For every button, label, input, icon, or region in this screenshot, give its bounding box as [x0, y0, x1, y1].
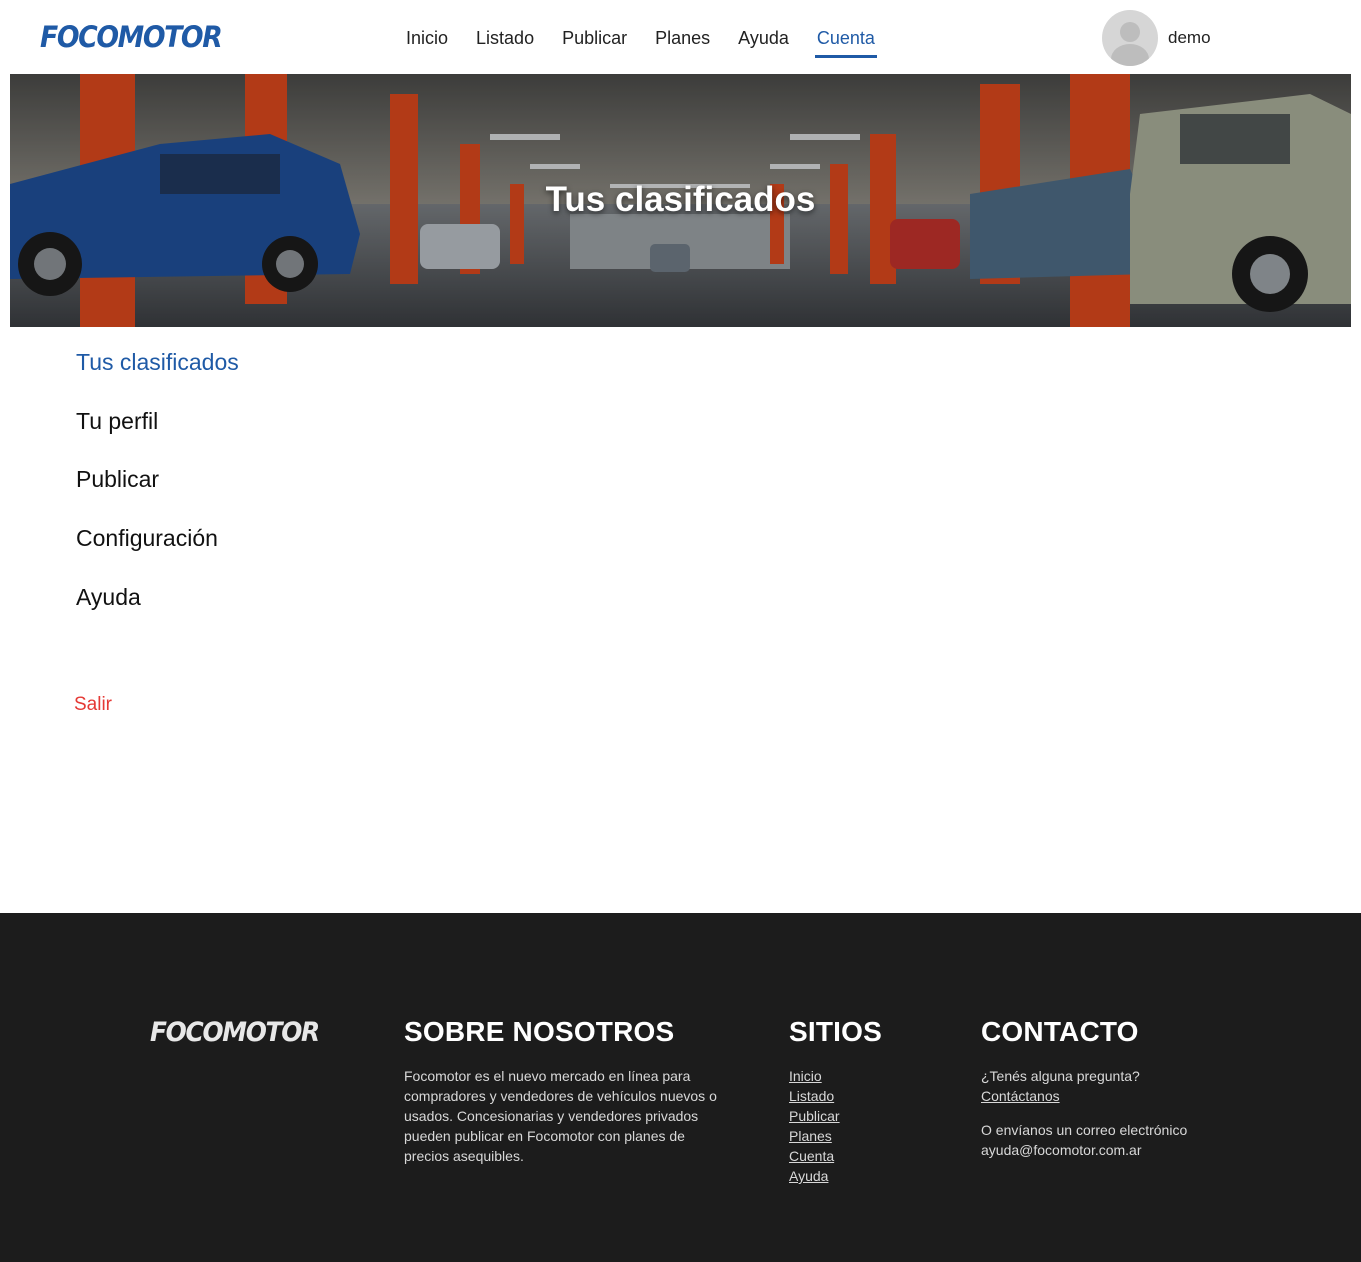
avatar[interactable] — [1102, 10, 1158, 66]
nav-planes[interactable]: Planes — [642, 0, 723, 74]
nav-inicio[interactable]: Inicio — [393, 0, 461, 74]
top-header: FOCOMOTOR Inicio Listado Publicar Planes… — [0, 0, 1361, 74]
nav-publicar[interactable]: Publicar — [549, 0, 640, 74]
user-menu[interactable]: demo — [1102, 10, 1211, 66]
nav-listado[interactable]: Listado — [463, 0, 547, 74]
footer: FOCOMOTOR SOBRE NOSOTROS Focomotor es el… — [0, 913, 1361, 1262]
footer-link-inicio[interactable]: Inicio — [789, 1066, 949, 1086]
footer-about: SOBRE NOSOTROS Focomotor es el nuevo mer… — [404, 1016, 724, 1166]
username[interactable]: demo — [1168, 28, 1211, 48]
footer-sites: SITIOS Inicio Listado Publicar Planes Cu… — [789, 1016, 949, 1186]
footer-about-title: SOBRE NOSOTROS — [404, 1016, 675, 1047]
footer-contact-link[interactable]: Contáctanos — [981, 1086, 1241, 1106]
menu-configuracion[interactable]: Configuración — [76, 521, 239, 580]
hero-banner: Tus clasificados — [10, 74, 1351, 327]
footer-contact-question: ¿Tenés alguna pregunta? — [981, 1068, 1140, 1084]
footer-sites-title: SITIOS — [789, 1016, 882, 1047]
footer-email-text: O envíanos un correo electrónico — [981, 1122, 1188, 1138]
footer-link-ayuda[interactable]: Ayuda — [789, 1166, 949, 1186]
footer-link-planes[interactable]: Planes — [789, 1126, 949, 1146]
menu-tu-perfil[interactable]: Tu perfil — [76, 404, 239, 463]
account-menu: Tus clasificados Tu perfil Publicar Conf… — [76, 345, 239, 638]
menu-ayuda[interactable]: Ayuda — [76, 580, 239, 639]
menu-tus-clasificados[interactable]: Tus clasificados — [76, 345, 239, 404]
logout-link[interactable]: Salir — [74, 694, 112, 716]
main-nav: Inicio Listado Publicar Planes Ayuda Cue… — [392, 0, 889, 74]
footer-contact: CONTACTO ¿Tenés alguna pregunta? Contáct… — [981, 1016, 1241, 1160]
footer-logo[interactable]: FOCOMOTOR — [150, 1017, 320, 1048]
nav-ayuda[interactable]: Ayuda — [725, 0, 802, 74]
footer-contact-title: CONTACTO — [981, 1016, 1139, 1047]
footer-about-text: Focomotor es el nuevo mercado en línea p… — [404, 1068, 717, 1164]
footer-email[interactable]: ayuda@focomotor.com.ar — [981, 1140, 1241, 1160]
footer-link-publicar[interactable]: Publicar — [789, 1106, 949, 1126]
user-silhouette-icon — [1120, 22, 1140, 42]
menu-publicar[interactable]: Publicar — [76, 462, 239, 521]
focomotor-logo[interactable]: FOCOMOTOR — [40, 20, 223, 54]
footer-link-listado[interactable]: Listado — [789, 1086, 949, 1106]
footer-link-cuenta[interactable]: Cuenta — [789, 1146, 949, 1166]
hero-title: Tus clasificados — [545, 180, 816, 219]
nav-cuenta[interactable]: Cuenta — [804, 0, 888, 74]
